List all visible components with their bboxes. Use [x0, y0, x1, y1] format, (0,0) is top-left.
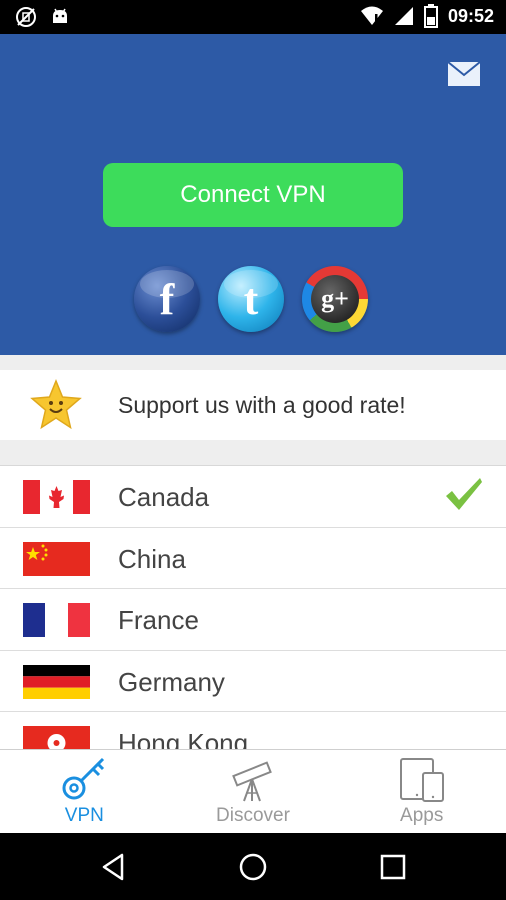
back-icon[interactable]	[98, 851, 130, 883]
bottom-tab-bar: VPN Discover Apps	[0, 749, 506, 833]
country-name: Hong Kong	[118, 728, 249, 749]
vpn-screen: 09:52 Connect VPN f t g+ Support us with…	[0, 0, 506, 900]
facebook-icon[interactable]: f	[134, 266, 200, 332]
wifi-icon	[360, 6, 383, 25]
country-name: Canada	[118, 482, 210, 512]
tab-label: Discover	[216, 805, 290, 826]
tab-vpn[interactable]: VPN	[0, 750, 169, 833]
country-row-germany[interactable]: Germany	[0, 651, 506, 712]
google-plus-glyph: g+	[311, 275, 359, 323]
canada-flag-icon	[23, 480, 90, 514]
mail-icon[interactable]	[448, 62, 480, 86]
tab-label: Apps	[400, 805, 444, 826]
country-name: France	[118, 605, 199, 635]
country-name: China	[118, 543, 186, 574]
country-row-china[interactable]: China	[0, 528, 506, 589]
country-list: Canada China France Germany Hong Kong	[0, 465, 506, 749]
tab-label: VPN	[64, 805, 104, 826]
france-flag-icon	[23, 603, 90, 637]
social-share-row: f t g+	[134, 266, 368, 332]
system-nav-bar	[0, 833, 506, 900]
hong-kong-flag-icon	[23, 726, 90, 749]
twitter-icon[interactable]: t	[218, 266, 284, 332]
rate-text: Support us with a good rate!	[118, 392, 406, 418]
tab-apps[interactable]: Apps	[337, 750, 506, 833]
country-name: Germany	[118, 666, 225, 697]
country-row-france[interactable]: France	[0, 589, 506, 651]
status-bar: 09:52	[0, 0, 506, 34]
country-row-hong-kong[interactable]: Hong Kong	[0, 712, 506, 749]
battery-icon	[423, 4, 438, 28]
key-icon	[62, 757, 105, 800]
recents-icon[interactable]	[377, 851, 409, 883]
china-flag-icon	[23, 541, 90, 576]
google-plus-icon[interactable]: g+	[302, 266, 368, 332]
rate-app-row[interactable]: Support us with a good rate!	[0, 370, 506, 440]
signal-icon	[394, 7, 413, 25]
facebook-glyph: f	[159, 274, 175, 324]
no-sim-icon	[16, 7, 36, 27]
connect-vpn-button[interactable]: Connect VPN	[103, 163, 403, 227]
checkmark-icon	[446, 478, 482, 510]
twitter-glyph: t	[243, 274, 259, 324]
telescope-icon	[232, 761, 272, 802]
android-icon	[53, 8, 67, 23]
tab-discover[interactable]: Discover	[169, 750, 338, 833]
germany-flag-icon	[23, 664, 90, 699]
star-icon	[30, 379, 82, 430]
clock: 09:52	[447, 5, 494, 26]
country-row-canada[interactable]: Canada	[0, 466, 506, 528]
devices-icon	[399, 758, 444, 802]
home-icon[interactable]	[237, 851, 269, 883]
vpn-header: Connect VPN f t g+	[0, 34, 506, 355]
